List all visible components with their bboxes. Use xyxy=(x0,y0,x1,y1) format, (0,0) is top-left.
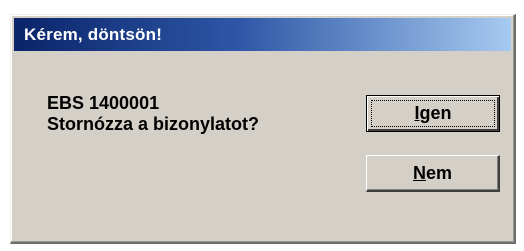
no-label-rest: em xyxy=(425,162,452,183)
yes-button-label: Igen xyxy=(414,103,451,124)
document-id-text: EBS 1400001 xyxy=(47,93,160,113)
no-accelerator-key: N xyxy=(412,162,426,183)
dialog-titlebar[interactable]: Kérem, döntsön! xyxy=(14,18,511,51)
screen-background: Kérem, döntsön! EBS 1400001 Stornózza a … xyxy=(0,0,524,251)
no-button[interactable]: Nem xyxy=(366,155,500,192)
yes-label-rest: gen xyxy=(419,103,452,123)
dialog-title: Kérem, döntsön! xyxy=(24,24,163,44)
no-button-label: Nem xyxy=(413,163,452,184)
question-text: Stornózza a bizonylatot? xyxy=(47,114,260,134)
confirm-dialog: Kérem, döntsön! EBS 1400001 Stornózza a … xyxy=(10,14,516,244)
yes-button[interactable]: Igen xyxy=(366,95,500,132)
dialog-message: EBS 1400001 Stornózza a bizonylatot? xyxy=(47,93,259,135)
